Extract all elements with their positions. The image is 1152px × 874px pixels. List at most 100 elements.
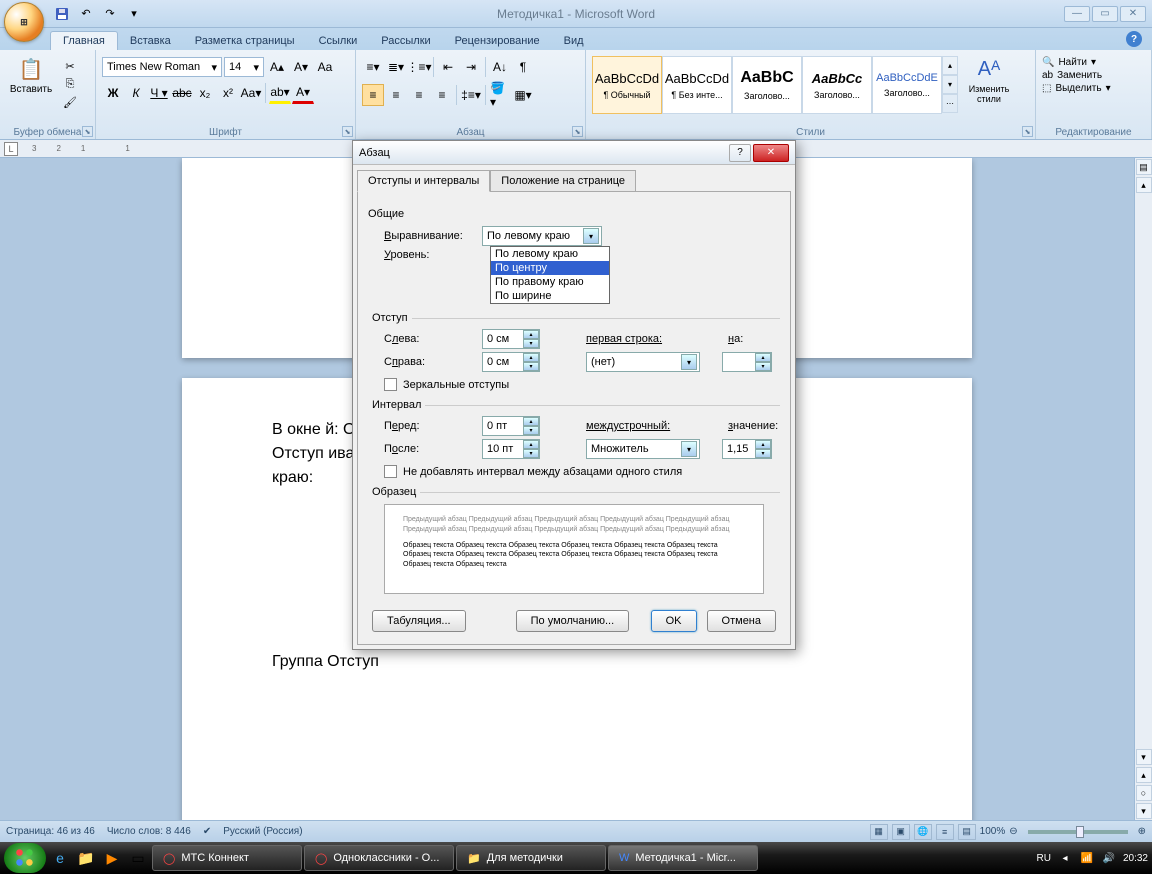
dialog-titlebar[interactable]: Абзац ? ✕ bbox=[353, 141, 795, 165]
firstline-by-spinner[interactable]: ▴▾ bbox=[722, 352, 772, 372]
tray-lang[interactable]: RU bbox=[1037, 853, 1051, 864]
change-styles-button[interactable]: Aᴬ Изменить стили bbox=[964, 52, 1014, 124]
show-marks-button[interactable]: ¶ bbox=[512, 56, 534, 78]
ok-button[interactable]: OK bbox=[651, 610, 697, 632]
tray-clock[interactable]: 20:32 bbox=[1123, 853, 1148, 864]
draft-view[interactable]: ▤ bbox=[958, 824, 976, 840]
paste-button[interactable]: 📋 Вставить bbox=[6, 52, 56, 124]
font-family-combo[interactable]: Times New Roman▾ bbox=[102, 57, 222, 77]
before-spinner[interactable]: 0 пт▴▾ bbox=[482, 416, 540, 436]
bold-button[interactable]: Ж bbox=[102, 82, 124, 104]
style-nospacing[interactable]: AaBbCcDd¶ Без инте... bbox=[662, 56, 732, 114]
mirror-indents-checkbox[interactable] bbox=[384, 378, 397, 391]
tab-review[interactable]: Рецензирование bbox=[443, 32, 552, 50]
taskbar-item-folder[interactable]: 📁Для методички bbox=[456, 845, 606, 871]
indent-dec-button[interactable]: ⇤ bbox=[437, 56, 459, 78]
indent-left-spinner[interactable]: 0 см▴▾ bbox=[482, 329, 540, 349]
tab-layout[interactable]: Разметка страницы bbox=[183, 32, 307, 50]
tab-mailings[interactable]: Рассылки bbox=[369, 32, 442, 50]
font-size-combo[interactable]: 14▾ bbox=[224, 57, 264, 77]
styles-scroll-up[interactable]: ▴ bbox=[942, 56, 958, 75]
undo-icon[interactable]: ↶ bbox=[76, 4, 96, 24]
italic-button[interactable]: К bbox=[125, 82, 147, 104]
superscript-button[interactable]: x² bbox=[217, 82, 239, 104]
taskbar-item-word[interactable]: WМетодичка1 - Micr... bbox=[608, 845, 758, 871]
strike-button[interactable]: abc bbox=[171, 82, 193, 104]
styles-expand-icon[interactable]: ⬊ bbox=[1022, 126, 1033, 137]
no-space-checkbox[interactable] bbox=[384, 465, 397, 478]
shading-button[interactable]: 🪣▾ bbox=[489, 84, 511, 106]
justify-button[interactable]: ≡ bbox=[431, 84, 453, 106]
ruler-toggle-icon[interactable]: ▤ bbox=[1136, 159, 1152, 175]
dd-item-left[interactable]: По левому краю bbox=[491, 247, 609, 261]
maximize-button[interactable]: ▭ bbox=[1092, 6, 1118, 22]
font-color-button[interactable]: A▾ bbox=[292, 82, 314, 104]
line-spacing-button[interactable]: ‡≡▾ bbox=[460, 84, 482, 106]
help-icon[interactable]: ? bbox=[1126, 31, 1142, 47]
tabs-button[interactable]: Табуляция... bbox=[372, 610, 466, 632]
dialog-help-button[interactable]: ? bbox=[729, 144, 751, 162]
align-left-button[interactable]: ≡ bbox=[362, 84, 384, 106]
copy-icon[interactable]: ⎘ bbox=[60, 76, 80, 92]
dialog-tab-position[interactable]: Положение на странице bbox=[490, 170, 636, 192]
paragraph-expand-icon[interactable]: ⬊ bbox=[572, 126, 583, 137]
save-icon[interactable] bbox=[52, 4, 72, 24]
web-view[interactable]: 🌐 bbox=[914, 824, 932, 840]
select-button[interactable]: ⬚Выделить ▾ bbox=[1042, 82, 1145, 95]
outline-view[interactable]: ≡ bbox=[936, 824, 954, 840]
alignment-combo[interactable]: По левому краю▾ bbox=[482, 226, 602, 246]
indent-right-spinner[interactable]: 0 см▴▾ bbox=[482, 352, 540, 372]
taskbar-item-ok[interactable]: ◯Одноклассники - О... bbox=[304, 845, 454, 871]
dd-item-justify[interactable]: По ширине bbox=[491, 289, 609, 303]
show-desktop-icon[interactable]: ▭ bbox=[126, 845, 150, 871]
multilevel-button[interactable]: ⋮≡▾ bbox=[408, 56, 430, 78]
tab-insert[interactable]: Вставка bbox=[118, 32, 183, 50]
underline-button[interactable]: Ч ▾ bbox=[148, 82, 170, 104]
style-heading2[interactable]: AaBbCcЗаголово... bbox=[802, 56, 872, 114]
tab-view[interactable]: Вид bbox=[552, 32, 596, 50]
language-status[interactable]: Русский (Россия) bbox=[223, 826, 302, 837]
replace-button[interactable]: abЗаменить bbox=[1042, 69, 1145, 82]
align-right-button[interactable]: ≡ bbox=[408, 84, 430, 106]
browse-object-icon[interactable]: ○ bbox=[1136, 785, 1152, 801]
highlight-button[interactable]: ab▾ bbox=[269, 82, 291, 104]
tab-home[interactable]: Главная bbox=[50, 31, 118, 50]
dd-item-center[interactable]: По центру bbox=[491, 261, 609, 275]
zoom-in-button[interactable]: ⊕ bbox=[1138, 826, 1146, 837]
format-painter-icon[interactable]: 🖌 bbox=[60, 94, 80, 110]
fullscreen-view[interactable]: ▣ bbox=[892, 824, 910, 840]
redo-icon[interactable]: ↷ bbox=[100, 4, 120, 24]
find-button[interactable]: 🔍Найти ▾ bbox=[1042, 56, 1145, 69]
after-spinner[interactable]: 10 пт▴▾ bbox=[482, 439, 540, 459]
grow-font-icon[interactable]: A▴ bbox=[266, 56, 288, 78]
next-page-icon[interactable]: ▾ bbox=[1136, 803, 1152, 819]
zoom-out-button[interactable]: ⊖ bbox=[1009, 826, 1017, 837]
linespacing-combo[interactable]: Множитель▾ bbox=[586, 439, 700, 459]
ie-icon[interactable]: e bbox=[48, 845, 72, 871]
tab-references[interactable]: Ссылки bbox=[307, 32, 370, 50]
dialog-tab-indents[interactable]: Отступы и интервалы bbox=[357, 170, 490, 192]
font-expand-icon[interactable]: ⬊ bbox=[342, 126, 353, 137]
start-button[interactable] bbox=[4, 843, 46, 873]
change-case-button[interactable]: Aa▾ bbox=[240, 82, 262, 104]
styles-scroll-down[interactable]: ▾ bbox=[942, 75, 958, 94]
taskbar-item-mts[interactable]: ◯МТС Коннект bbox=[152, 845, 302, 871]
subscript-button[interactable]: x₂ bbox=[194, 82, 216, 104]
clipboard-expand-icon[interactable]: ⬊ bbox=[82, 126, 93, 137]
firstline-combo[interactable]: (нет)▾ bbox=[586, 352, 700, 372]
clear-format-icon[interactable]: Aa bbox=[314, 56, 336, 78]
shrink-font-icon[interactable]: A▾ bbox=[290, 56, 312, 78]
wmp-icon[interactable]: ▶ bbox=[100, 845, 124, 871]
print-layout-view[interactable]: ▦ bbox=[870, 824, 888, 840]
qat-more-icon[interactable]: ▾ bbox=[124, 4, 144, 24]
borders-button[interactable]: ▦▾ bbox=[512, 84, 534, 106]
align-center-button[interactable]: ≡ bbox=[385, 84, 407, 106]
cancel-button[interactable]: Отмена bbox=[707, 610, 776, 632]
word-count[interactable]: Число слов: 8 446 bbox=[107, 826, 191, 837]
styles-more[interactable]: ⋯ bbox=[942, 94, 958, 113]
numbering-button[interactable]: ≣▾ bbox=[385, 56, 407, 78]
scroll-down-icon[interactable]: ▾ bbox=[1136, 749, 1152, 765]
lineat-spinner[interactable]: 1,15▴▾ bbox=[722, 439, 772, 459]
style-heading3[interactable]: AaBbCcDdEЗаголово... bbox=[872, 56, 942, 114]
spell-check-icon[interactable]: ✔ bbox=[203, 826, 211, 837]
